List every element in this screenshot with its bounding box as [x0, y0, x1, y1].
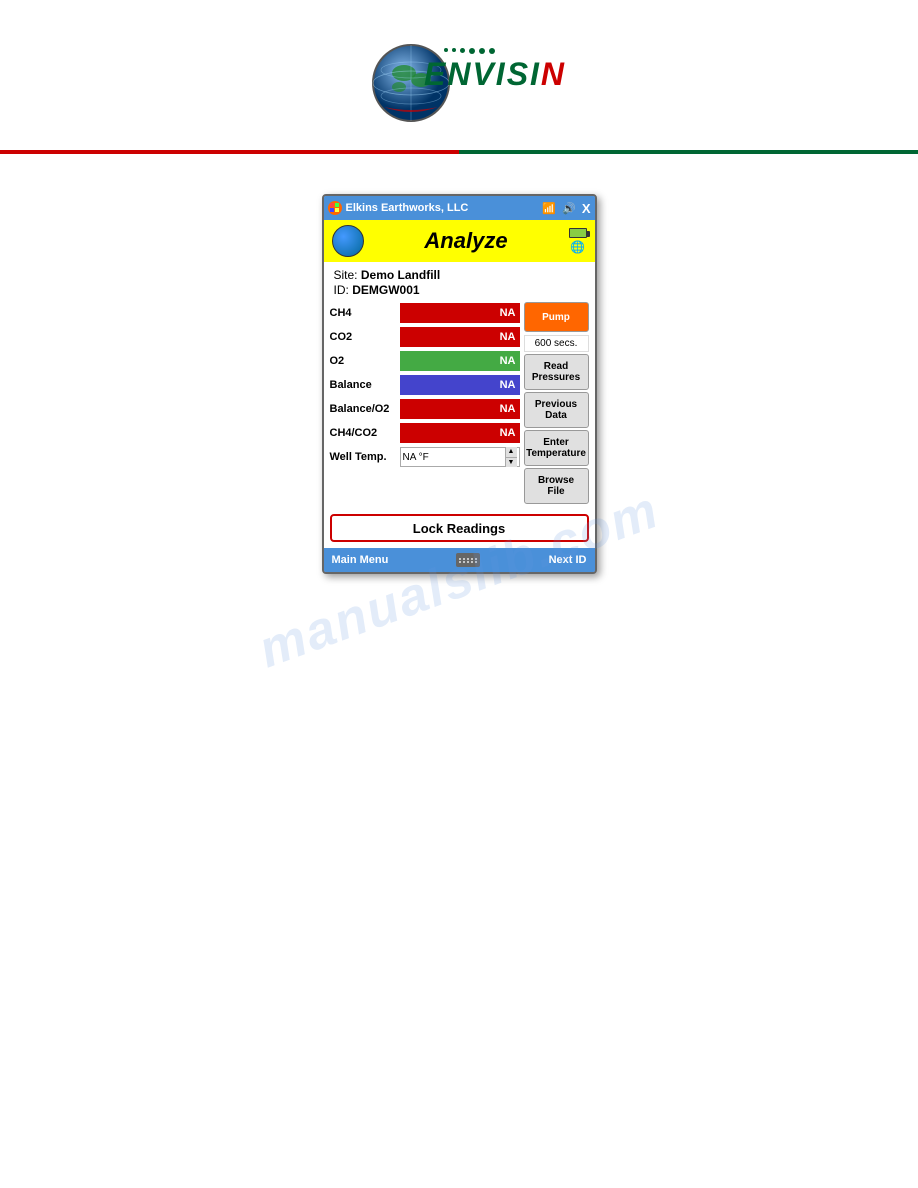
id-label: ID: — [334, 283, 349, 297]
app-header: Analyze 🌐 — [324, 220, 595, 262]
battery-icon — [569, 228, 587, 238]
enter-temperature-button[interactable]: EnterTemperature — [524, 430, 589, 466]
site-info: Site: Demo Landfill ID: DEMGW001 — [324, 262, 595, 302]
balance-o2-row: Balance/O2 NA — [330, 398, 520, 420]
ch4-co2-row: CH4/CO2 NA — [330, 422, 520, 444]
ch4-co2-value: NA — [400, 423, 520, 443]
well-temp-value: NA °F — [403, 452, 505, 463]
data-section: CH4 NA CO2 NA O2 NA Balance NA — [324, 302, 595, 510]
title-bar-app-name: Elkins Earthworks, LLC — [346, 202, 469, 214]
dot-2 — [452, 48, 456, 52]
o2-value: NA — [400, 351, 520, 371]
dot-1 — [444, 48, 448, 52]
dot-6 — [489, 48, 495, 54]
keyboard-dots — [459, 558, 478, 563]
well-temp-input[interactable]: NA °F ▲ ▼ — [400, 447, 520, 467]
dot-3 — [460, 48, 465, 53]
close-button[interactable]: X — [582, 201, 591, 216]
lock-readings-button[interactable]: Lock Readings — [330, 514, 589, 542]
o2-label: O2 — [330, 355, 400, 367]
spinner-up[interactable]: ▲ — [506, 447, 517, 458]
title-bar: Elkins Earthworks, LLC 📶 🔊 X — [324, 196, 595, 220]
logo-dots — [444, 48, 566, 54]
dot-5 — [479, 48, 485, 54]
app-title: Analyze — [424, 228, 507, 254]
browse-file-button[interactable]: BrowseFile — [524, 468, 589, 504]
lock-btn-row: Lock Readings — [324, 510, 595, 548]
windows-icon — [328, 201, 342, 215]
previous-data-button[interactable]: PreviousData — [524, 392, 589, 428]
divider-line — [0, 150, 918, 154]
ch4-label: CH4 — [330, 307, 400, 319]
balance-o2-label: Balance/O2 — [330, 403, 400, 415]
keyboard-icon[interactable] — [456, 553, 480, 567]
co2-label: CO2 — [330, 331, 400, 343]
app-logo-globe-icon — [332, 225, 364, 257]
id-row: ID: DEMGW001 — [334, 283, 585, 297]
app-logo-small — [332, 225, 364, 257]
ch4-value: NA — [400, 303, 520, 323]
balance-o2-value: NA — [400, 399, 520, 419]
ch4-co2-label: CH4/CO2 — [330, 427, 400, 439]
logo-brand-text: ENVISIN — [424, 56, 566, 93]
data-table: CH4 NA CO2 NA O2 NA Balance NA — [330, 302, 520, 504]
app-header-icons: 🌐 — [569, 228, 587, 254]
logo-area: ENVISIN — [0, 0, 918, 150]
logo-container: ENVISIN — [369, 30, 549, 130]
read-pressures-button[interactable]: ReadPressures — [524, 354, 589, 390]
dot-4 — [469, 48, 475, 54]
spinner-down[interactable]: ▼ — [506, 458, 517, 468]
id-value: DEMGW001 — [352, 283, 419, 297]
balance-label: Balance — [330, 379, 400, 391]
o2-row: O2 NA — [330, 350, 520, 372]
site-row: Site: Demo Landfill — [334, 268, 585, 282]
logo-text-area: ENVISIN — [424, 48, 566, 93]
pump-button[interactable]: Pump — [524, 302, 589, 332]
volume-icon: 🔊 — [562, 202, 576, 215]
co2-row: CO2 NA — [330, 326, 520, 348]
bottom-nav: Main Menu Next ID — [324, 548, 595, 572]
ch4-row: CH4 NA — [330, 302, 520, 324]
side-buttons: Pump 600 secs. ReadPressures PreviousDat… — [524, 302, 589, 504]
device-wrapper: Elkins Earthworks, LLC 📶 🔊 X Analyze 🌐 S… — [0, 184, 918, 574]
site-value: Demo Landfill — [361, 268, 440, 282]
device-frame: Elkins Earthworks, LLC 📶 🔊 X Analyze 🌐 S… — [322, 194, 597, 574]
balance-value: NA — [400, 375, 520, 395]
well-temp-label: Well Temp. — [330, 451, 400, 463]
balance-row: Balance NA — [330, 374, 520, 396]
next-id-button[interactable]: Next ID — [549, 554, 587, 566]
well-temp-spinners: ▲ ▼ — [505, 447, 517, 467]
title-bar-left: Elkins Earthworks, LLC — [328, 201, 469, 215]
title-bar-right: 📶 🔊 X — [542, 201, 590, 216]
signal-icon: 📶 — [542, 202, 556, 215]
main-menu-button[interactable]: Main Menu — [332, 554, 389, 566]
well-temp-row: Well Temp. NA °F ▲ ▼ — [330, 446, 520, 468]
refresh-icon: 🌐 — [570, 240, 585, 254]
co2-value: NA — [400, 327, 520, 347]
site-label: Site: — [334, 268, 358, 282]
pump-secs: 600 secs. — [524, 335, 589, 352]
